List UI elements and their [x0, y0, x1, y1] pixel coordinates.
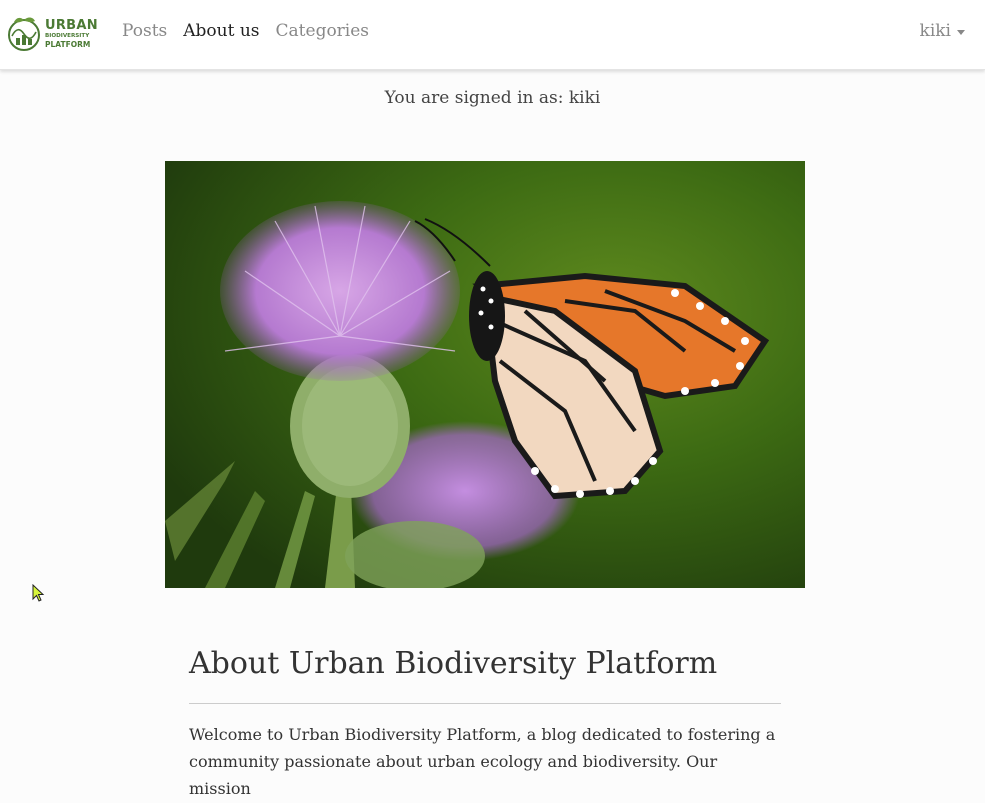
- user-menu-label: kiki: [919, 21, 951, 41]
- logo-line-3: PLATFORM: [45, 39, 91, 49]
- butterfly-thistle-image: [165, 161, 805, 588]
- caret-down-icon: [957, 29, 965, 35]
- globe-leaf-icon: [8, 17, 40, 51]
- about-article: About Urban Biodiversity Platform Welcom…: [189, 646, 781, 803]
- intro-paragraph: Welcome to Urban Biodiversity Platform, …: [189, 725, 776, 799]
- mouse-pointer-icon: [32, 584, 45, 602]
- user-menu-dropdown[interactable]: kiki: [920, 21, 965, 41]
- nav-link-categories[interactable]: Categories: [276, 21, 370, 41]
- nav-link-about-us[interactable]: About us: [183, 21, 259, 41]
- top-navbar: URBAN BIODIVERSITY PLATFORM Posts About …: [0, 0, 985, 70]
- signed-in-status: You are signed in as: kiki: [384, 88, 601, 108]
- page-title: About Urban Biodiversity Platform: [189, 646, 718, 681]
- hero-image: [165, 161, 805, 588]
- nav-links: Posts About us Categories: [122, 21, 369, 41]
- nav-link-posts[interactable]: Posts: [122, 21, 167, 41]
- logo-line-1: URBAN: [45, 18, 98, 33]
- title-divider: [189, 703, 781, 704]
- logo-line-2: BIODIVERSITY: [45, 33, 90, 39]
- logo-wordmark: URBAN BIODIVERSITY PLATFORM: [45, 19, 98, 48]
- site-logo[interactable]: URBAN BIODIVERSITY PLATFORM: [6, 14, 98, 54]
